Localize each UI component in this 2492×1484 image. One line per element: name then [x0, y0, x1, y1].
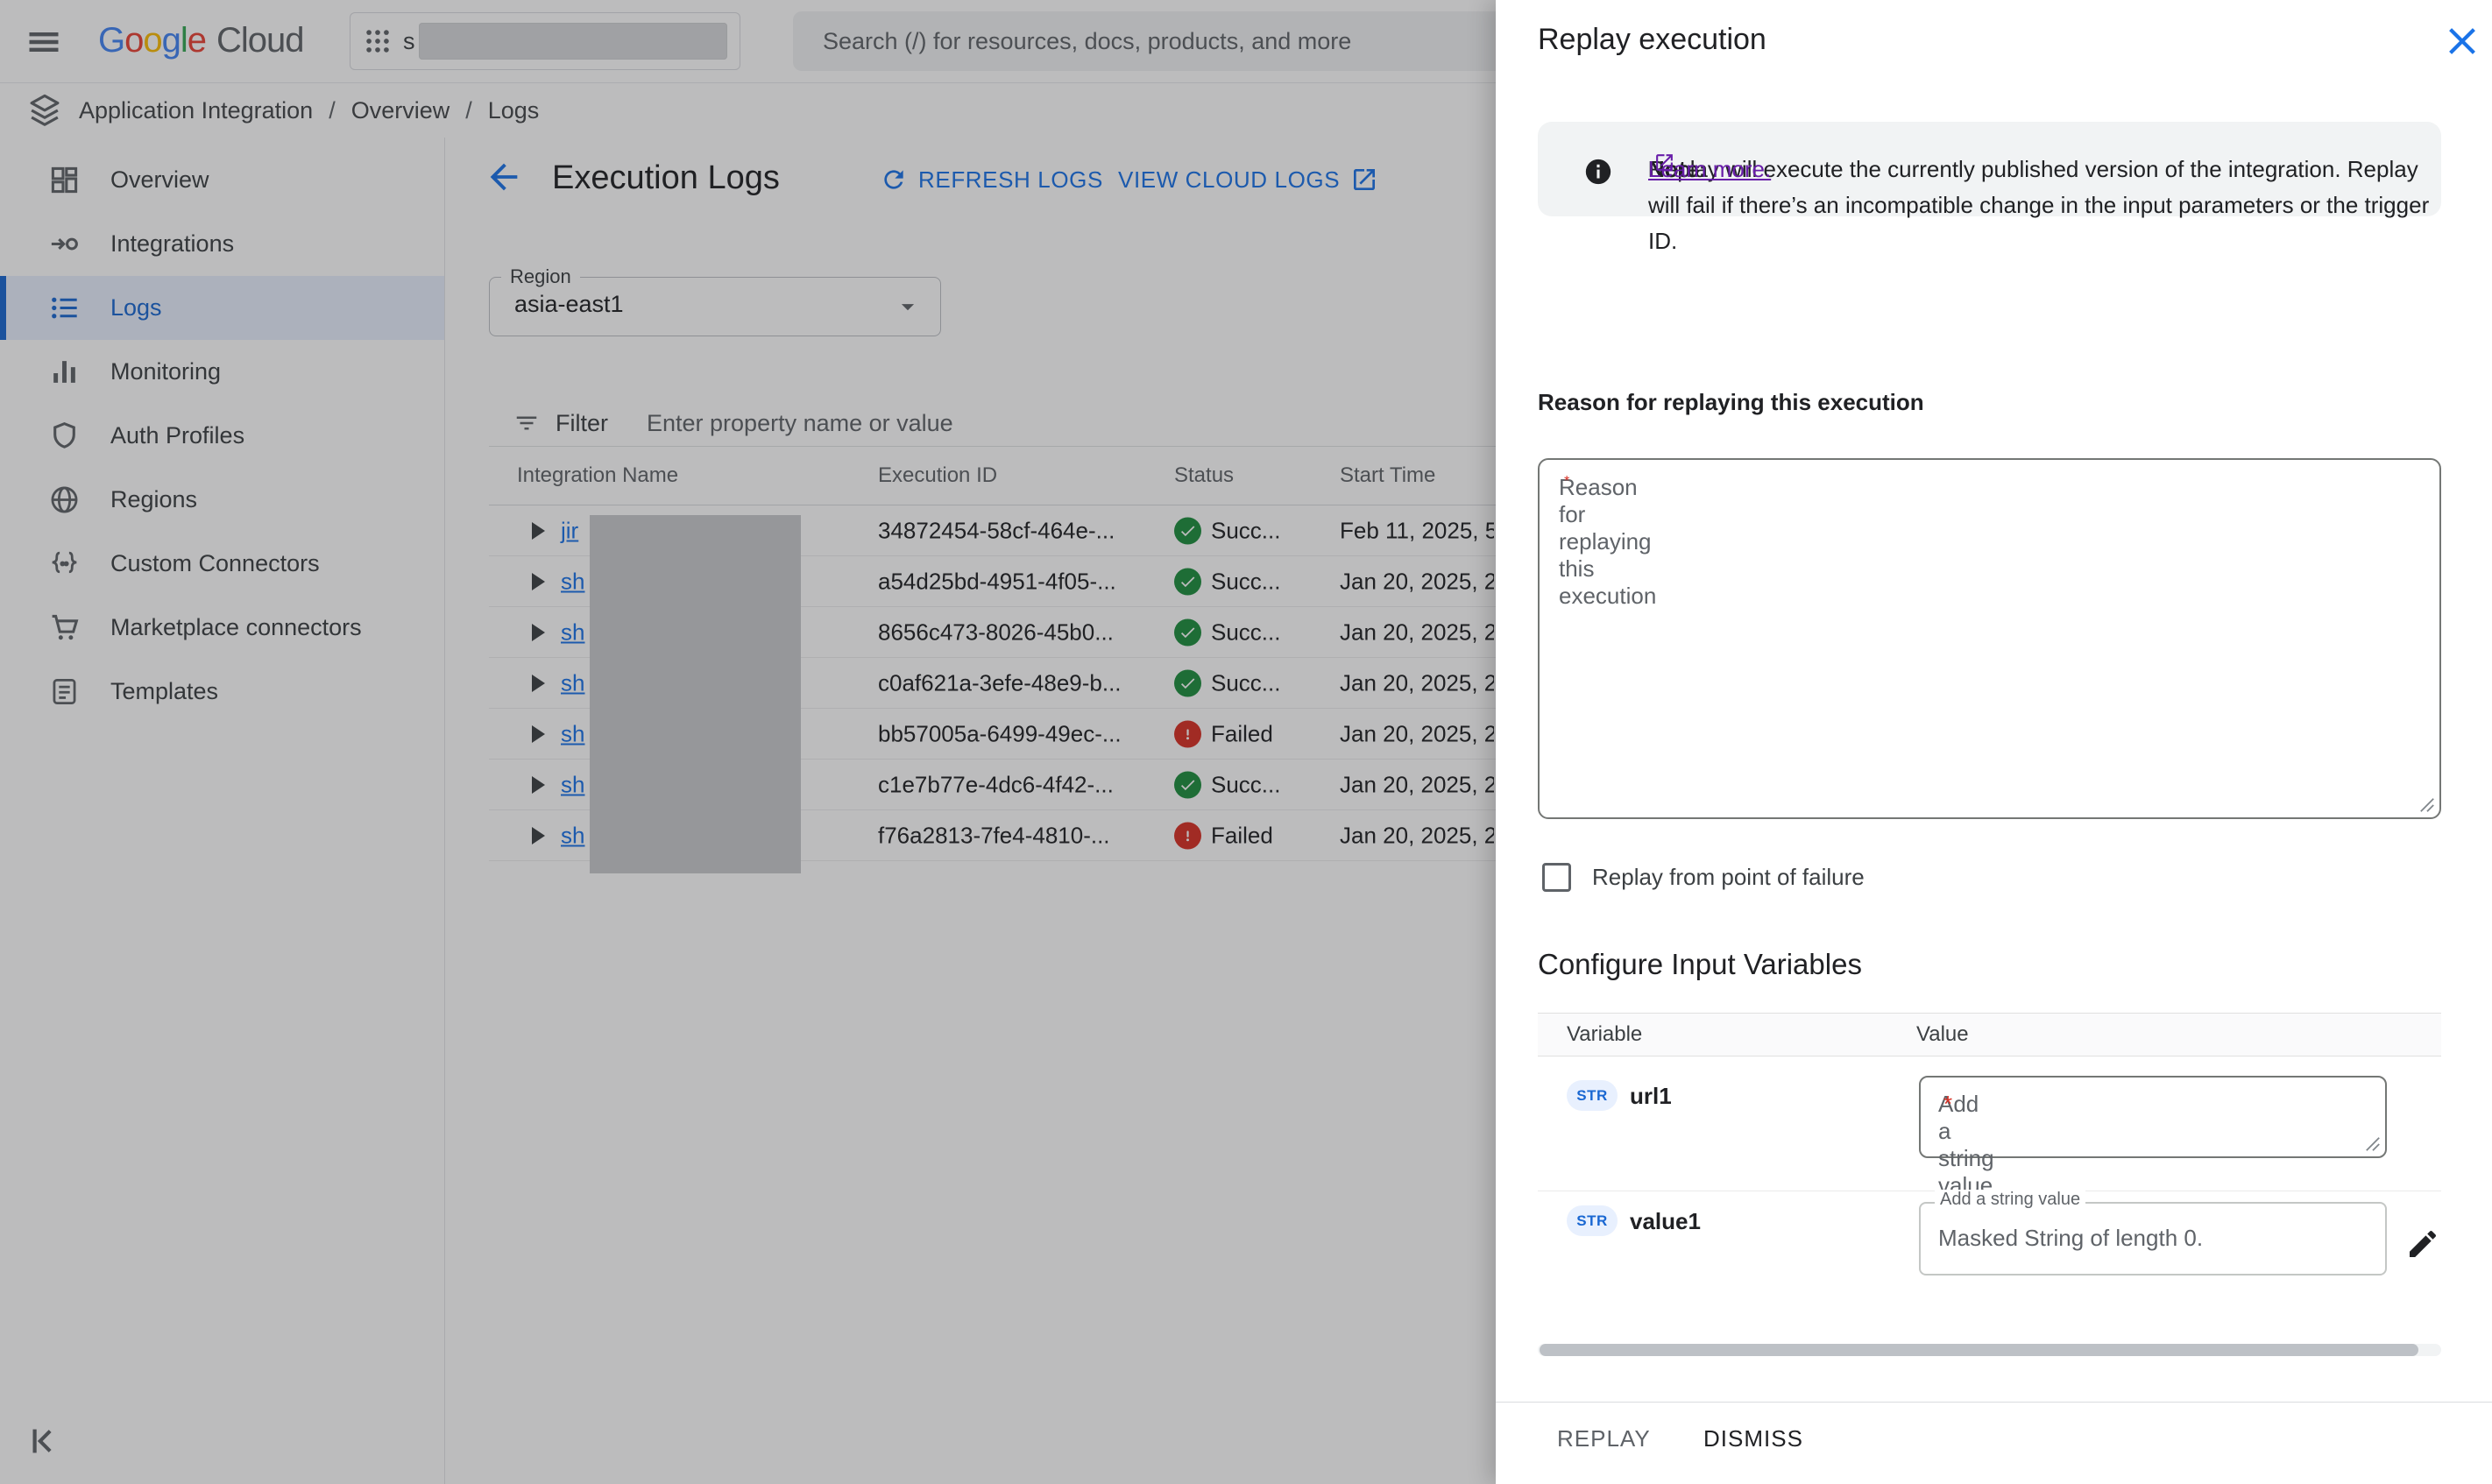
input-variables-table: Variable Value STR url1 Add a string val…	[1538, 1013, 2441, 1342]
resize-handle[interactable]	[2419, 797, 2435, 813]
variable-row: STR url1 Add a string value*	[1538, 1056, 2441, 1191]
checkbox-label: Replay from point of failure	[1592, 864, 1865, 891]
variable-name: value1	[1630, 1208, 1701, 1235]
resize-handle[interactable]	[2365, 1136, 2381, 1152]
edit-pencil-icon[interactable]	[2405, 1226, 2440, 1261]
column-header: Value	[1916, 1022, 1969, 1047]
note-callout: Note: Replay will execute the currently …	[1538, 122, 2441, 216]
horizontal-scrollbar-track	[1538, 1344, 2441, 1356]
value-field-label: Add a string value	[1935, 1190, 2085, 1210]
input-variables-heading: Configure Input Variables	[1538, 948, 1862, 981]
close-icon[interactable]	[2442, 21, 2482, 61]
info-icon	[1583, 157, 1613, 187]
masked-value-text: Masked String of length 0.	[1938, 1225, 2203, 1252]
screen: Google Cloud s Search (/) for resources,…	[0, 0, 2492, 1484]
value-field-value1[interactable]: Masked String of length 0.	[1919, 1202, 2387, 1276]
required-asterisk: *	[1943, 1091, 1952, 1118]
horizontal-scrollbar-thumb[interactable]	[1540, 1344, 2418, 1356]
replay-execution-panel: Replay execution Note: Replay will execu…	[1496, 0, 2492, 1484]
variable-row: STR value1 Add a string value Masked Str…	[1538, 1191, 2441, 1342]
replay-from-failure-row: Replay from point of failure	[1538, 863, 1865, 892]
variable-name: url1	[1630, 1083, 1672, 1110]
string-type-badge: STR	[1567, 1080, 1618, 1111]
reason-textarea[interactable]: Reason for replaying this execution*	[1538, 458, 2441, 819]
reason-section-label: Reason for replaying this execution	[1538, 389, 1924, 416]
replay-button[interactable]: REPLAY	[1557, 1425, 1651, 1452]
replay-from-failure-checkbox[interactable]	[1542, 863, 1571, 892]
dismiss-button[interactable]: DISMISS	[1703, 1425, 1803, 1452]
value-textarea-url1[interactable]: Add a string value*	[1919, 1076, 2387, 1158]
column-header: Variable	[1567, 1022, 1642, 1047]
string-type-badge: STR	[1567, 1205, 1618, 1236]
required-asterisk: *	[1564, 474, 1569, 490]
external-link-icon	[1653, 152, 1675, 173]
variables-table-header: Variable Value	[1538, 1013, 2441, 1056]
modal-scrim	[0, 0, 1496, 1484]
footer-divider	[1496, 1402, 2492, 1403]
panel-title: Replay execution	[1538, 23, 1766, 57]
